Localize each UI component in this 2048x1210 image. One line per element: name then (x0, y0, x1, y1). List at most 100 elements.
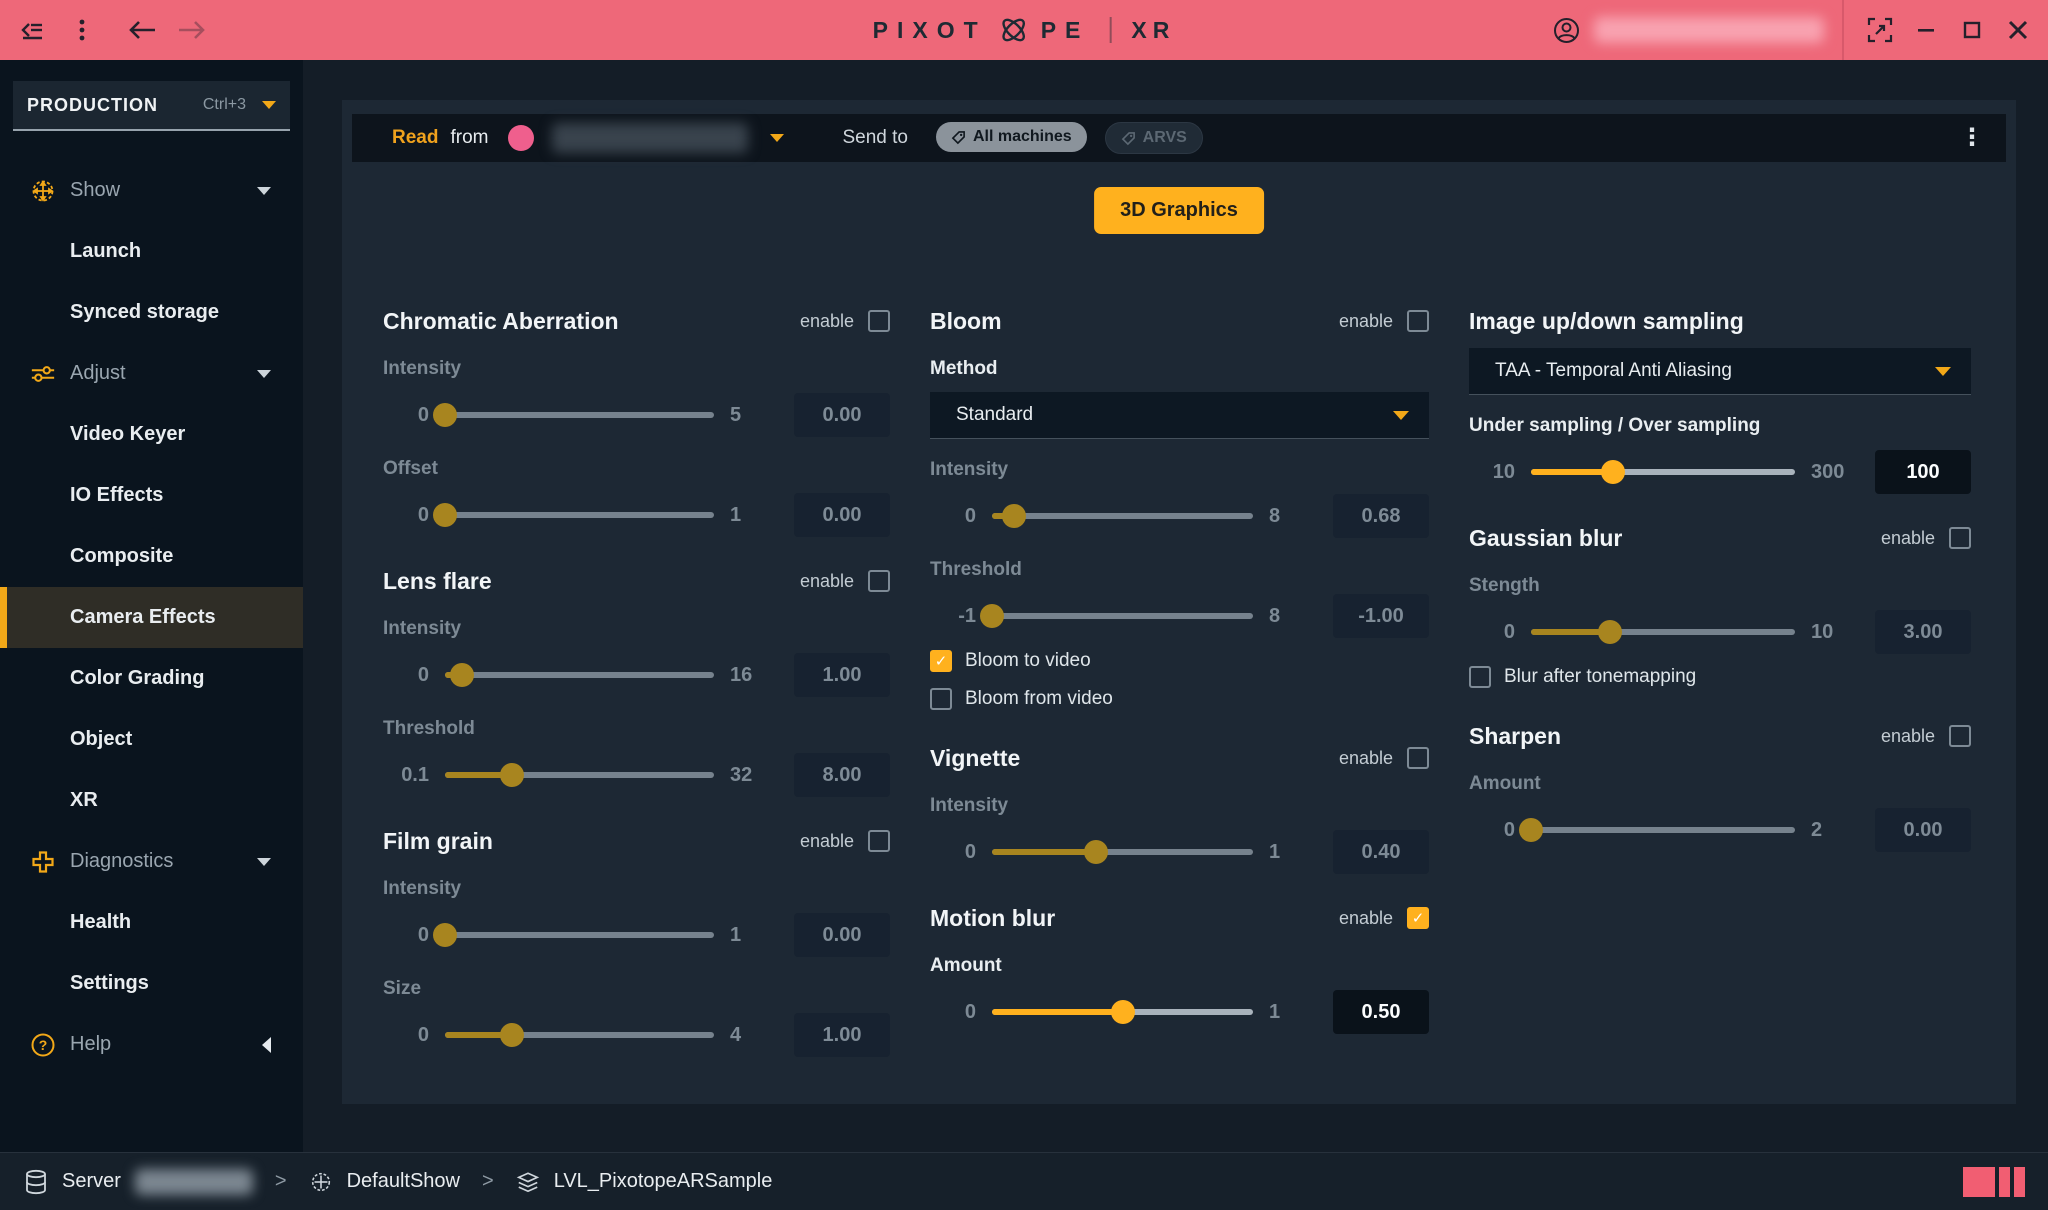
slider-track[interactable] (445, 512, 714, 518)
param-label: Threshold (930, 559, 1429, 581)
enable-checkbox[interactable] (1407, 310, 1429, 332)
forward-arrow-icon[interactable] (174, 12, 210, 48)
slider-thumb[interactable] (433, 923, 457, 947)
sidebar-item-video-keyer[interactable]: Video Keyer (0, 404, 303, 465)
slider-track[interactable] (1531, 629, 1795, 635)
enable-checkbox[interactable] (1949, 527, 1971, 549)
slider-track[interactable] (992, 1009, 1253, 1015)
back-arrow-icon[interactable] (124, 12, 160, 48)
slider-size: 041.00 (383, 1012, 890, 1058)
user-account-icon[interactable] (1548, 12, 1584, 48)
slider-thumb[interactable] (1519, 818, 1543, 842)
enable-checkbox[interactable]: ✓ (1407, 907, 1429, 929)
sidebar: PRODUCTION Ctrl+3 ShowLaunchSynced stora… (0, 60, 303, 1152)
slider-track[interactable] (992, 849, 1253, 855)
slider-value-input[interactable]: 0.00 (794, 493, 890, 537)
enable-checkbox[interactable] (868, 310, 890, 332)
slider-value-input[interactable]: 0.50 (1333, 990, 1429, 1034)
slider-track[interactable] (1531, 827, 1795, 833)
enable-checkbox[interactable] (868, 570, 890, 592)
slider-thumb[interactable] (1002, 504, 1026, 528)
section-title: Bloom (930, 308, 1002, 335)
sidebar-item-health[interactable]: Health (0, 892, 303, 953)
atom-icon (997, 13, 1031, 47)
sidebar-item-help[interactable]: ?Help (0, 1014, 303, 1075)
slider-value-input[interactable]: 0.00 (794, 393, 890, 437)
sidebar-item-label: Help (70, 1033, 111, 1056)
status-bar: Server > DefaultShow > LVL_PixotopeARSam… (0, 1152, 2048, 1210)
server-name-redacted[interactable] (135, 1169, 253, 1195)
machine-name-redacted[interactable] (552, 123, 748, 153)
sidebar-item-settings[interactable]: Settings (0, 953, 303, 1014)
kebab-menu-icon[interactable] (64, 12, 100, 48)
enable-label: enable (1339, 311, 1393, 332)
enable-checkbox[interactable] (1949, 725, 1971, 747)
slider-track[interactable] (445, 1032, 714, 1038)
3d-graphics-button[interactable]: 3D Graphics (1094, 187, 1264, 234)
slider-track[interactable] (445, 932, 714, 938)
slider-thumb[interactable] (450, 663, 474, 687)
slider-value-input[interactable]: 1.00 (794, 653, 890, 697)
minimize-button[interactable] (1908, 12, 1944, 48)
send-target-pill-arvs[interactable]: ARVS (1105, 122, 1203, 154)
enable-checkbox[interactable] (868, 830, 890, 852)
slider-value-input[interactable]: 0.00 (794, 913, 890, 957)
sidebar-item-adjust[interactable]: Adjust (0, 343, 303, 404)
slider-thumb[interactable] (1598, 620, 1622, 644)
slider-track[interactable] (445, 412, 714, 418)
production-context-dropdown[interactable]: PRODUCTION Ctrl+3 (13, 81, 290, 131)
settings-column-3: Image up/down samplingTAA - Temporal Ant… (1469, 304, 1971, 1084)
checkbox[interactable]: ✓ (930, 650, 952, 672)
slider-value-input[interactable]: 100 (1875, 450, 1971, 494)
slider-track[interactable] (992, 613, 1253, 619)
production-label: PRODUCTION (27, 95, 158, 116)
slider-value-input[interactable]: 3.00 (1875, 610, 1971, 654)
sidebar-item-camera-effects[interactable]: Camera Effects (0, 587, 303, 648)
breadcrumb-show[interactable]: DefaultShow (347, 1170, 460, 1193)
maximize-button[interactable] (1954, 12, 1990, 48)
sidebar-item-io-effects[interactable]: IO Effects (0, 465, 303, 526)
chevron-down-icon[interactable] (770, 134, 784, 142)
sidebar-item-show[interactable]: Show (0, 160, 303, 221)
slider-thumb[interactable] (980, 604, 1004, 628)
chevron-down-icon (1393, 411, 1409, 420)
slider-thumb[interactable] (500, 1023, 524, 1047)
slider-value-input[interactable]: 8.00 (794, 753, 890, 797)
slider-thumb[interactable] (433, 403, 457, 427)
slider-thumb[interactable] (1084, 840, 1108, 864)
checkbox[interactable] (930, 688, 952, 710)
slider-track[interactable] (445, 772, 714, 778)
slider-thumb[interactable] (500, 763, 524, 787)
dropdown-method[interactable]: Standard (930, 392, 1429, 439)
slider-thumb[interactable] (1601, 460, 1625, 484)
slider-track[interactable] (992, 513, 1253, 519)
slider-value-input[interactable]: 0.68 (1333, 494, 1429, 538)
close-button[interactable] (2000, 12, 2036, 48)
dropdown-image-up-down-sampling[interactable]: TAA - Temporal Anti Aliasing (1469, 348, 1971, 395)
checkbox[interactable] (1469, 666, 1491, 688)
enable-control: enable (1339, 310, 1429, 332)
scale-display-icon[interactable] (1862, 12, 1898, 48)
toolbar-kebab-menu[interactable]: ⋮ (1960, 126, 1984, 150)
sidebar-item-diagnostics[interactable]: Diagnostics (0, 831, 303, 892)
slider-value-input[interactable]: 1.00 (794, 1013, 890, 1057)
send-target-label: All machines (973, 128, 1072, 146)
sidebar-item-color-grading[interactable]: Color Grading (0, 648, 303, 709)
sidebar-item-launch[interactable]: Launch (0, 221, 303, 282)
sidebar-item-composite[interactable]: Composite (0, 526, 303, 587)
slider-value-input[interactable]: 0.40 (1333, 830, 1429, 874)
sidebar-item-synced-storage[interactable]: Synced storage (0, 282, 303, 343)
sidebar-item-object[interactable]: Object (0, 709, 303, 770)
collapse-sidebar-icon[interactable] (14, 12, 50, 48)
slider-thumb[interactable] (433, 503, 457, 527)
slider-value-input[interactable]: -1.00 (1333, 594, 1429, 638)
slider-value-input[interactable]: 0.00 (1875, 808, 1971, 852)
breadcrumb-level[interactable]: LVL_PixotopeARSample (554, 1170, 773, 1193)
slider-thumb[interactable] (1111, 1000, 1135, 1024)
sidebar-item-xr[interactable]: XR (0, 770, 303, 831)
send-target-pill-all-machines[interactable]: All machines (936, 122, 1087, 152)
slider-track[interactable] (1531, 469, 1795, 475)
enable-checkbox[interactable] (1407, 747, 1429, 769)
server-label: Server (62, 1170, 121, 1193)
slider-track[interactable] (445, 672, 714, 678)
